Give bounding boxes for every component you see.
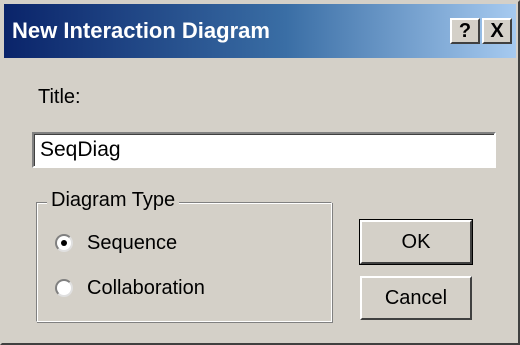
radio-collaboration-label: Collaboration — [87, 276, 205, 299]
title-input[interactable] — [32, 132, 496, 168]
radio-collaboration[interactable]: Collaboration — [55, 275, 205, 301]
new-interaction-diagram-dialog: New Interaction Diagram ? X Title: Diagr… — [0, 0, 520, 345]
title-label: Title: — [38, 86, 81, 108]
radio-sequence-label: Sequence — [87, 231, 178, 254]
diagram-type-group: Diagram Type Sequence Collaboration — [36, 189, 332, 322]
cancel-button[interactable]: Cancel — [360, 276, 472, 320]
help-button[interactable]: ? — [450, 18, 480, 44]
radio-sequence[interactable]: Sequence — [55, 230, 177, 256]
window-title: New Interaction Diagram — [12, 18, 270, 43]
diagram-type-legend: Diagram Type — [47, 189, 180, 212]
close-button[interactable]: X — [482, 18, 512, 44]
radio-collaboration-indicator[interactable] — [55, 279, 73, 297]
radio-sequence-indicator[interactable] — [55, 234, 73, 252]
title-bar[interactable]: New Interaction Diagram ? X — [4, 4, 516, 58]
ok-button[interactable]: OK — [359, 219, 473, 265]
